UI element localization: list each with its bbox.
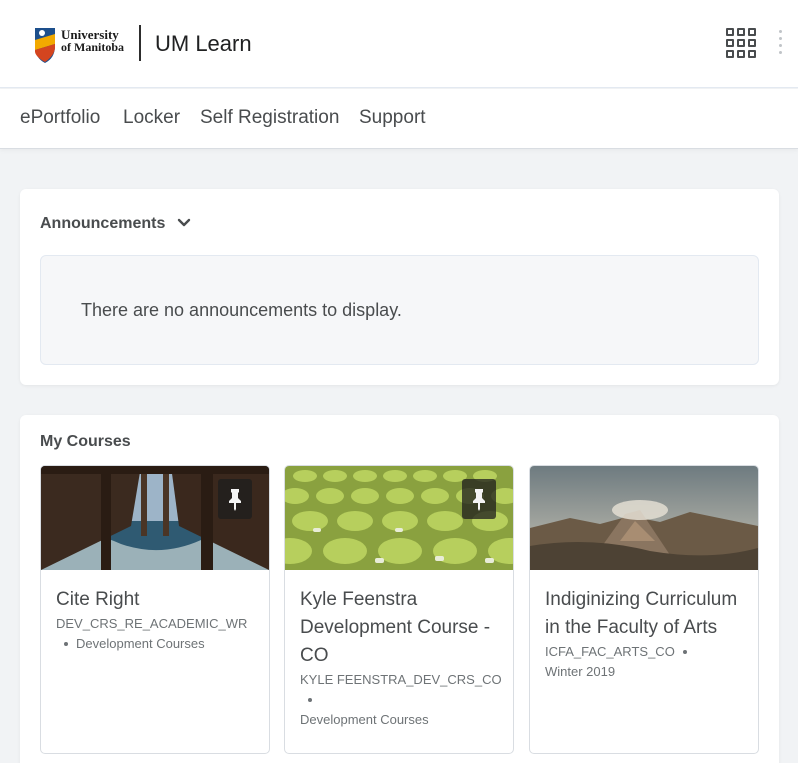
logo-line-2: of Manitoba [61,40,124,54]
course-name[interactable]: Kyle Feenstra Development Course - CO [300,586,510,670]
course-code: ICFA_FAC_ARTS_CO [545,644,675,659]
nav-item-eportfolio[interactable]: ePortfolio [20,107,100,129]
announcements-empty-box: There are no announcements to display. [40,255,759,365]
university-logo[interactable]: University of Manitoba [33,22,125,64]
logo-wordmark: University of Manitoba [61,28,124,54]
course-meta: DEV_CRS_RE_ACADEMIC_WR Development Cours… [56,614,266,654]
kebab-menu-icon[interactable] [779,30,783,54]
announcements-empty-message: There are no announcements to display. [81,300,402,320]
course-name[interactable]: Cite Right [56,586,266,614]
announcements-title: Announcements [40,215,166,232]
course-category: Winter 2019 [545,664,616,679]
course-category: Development Courses [300,712,429,727]
course-meta: KYLE FEENSTRA_DEV_CRS_CO Development Cou… [300,670,510,730]
site-header: University of Manitoba UM Learn [0,0,798,88]
course-tile[interactable]: Indiginizing Curriculum in the Faculty o… [529,465,759,754]
university-shield-icon [35,28,55,63]
nav-item-self-registration[interactable]: Self Registration [200,107,339,129]
my-courses-title: My Courses [40,433,131,450]
course-image-volcano [530,466,758,570]
course-meta: ICFA_FAC_ARTS_CO Winter 2019 [545,642,755,682]
logo-divider [139,25,141,61]
announcements-widget: Announcements There are no announcements… [20,189,779,385]
course-name[interactable]: Indiginizing Curriculum in the Faculty o… [545,586,755,642]
course-tile[interactable]: Cite Right DEV_CRS_RE_ACADEMIC_WR Develo… [40,465,270,754]
course-code: KYLE FEENSTRA_DEV_CRS_CO [300,672,502,687]
chevron-down-icon[interactable] [177,218,191,228]
course-code: DEV_CRS_RE_ACADEMIC_WR [56,616,248,631]
waffle-grid-icon[interactable] [726,28,756,58]
pin-icon[interactable] [218,479,252,519]
course-category: Development Courses [76,636,205,651]
my-courses-widget: My Courses Cite Right DEV_CRS_RE_ACADEMI… [20,415,779,763]
nav-item-support[interactable]: Support [359,107,426,129]
main-navigation: ePortfolio Locker Self Registration Supp… [0,89,798,149]
site-title[interactable]: UM Learn [155,31,252,57]
nav-item-locker[interactable]: Locker [123,107,180,129]
pin-icon[interactable] [462,479,496,519]
course-tile[interactable]: Kyle Feenstra Development Course - CO KY… [284,465,514,754]
